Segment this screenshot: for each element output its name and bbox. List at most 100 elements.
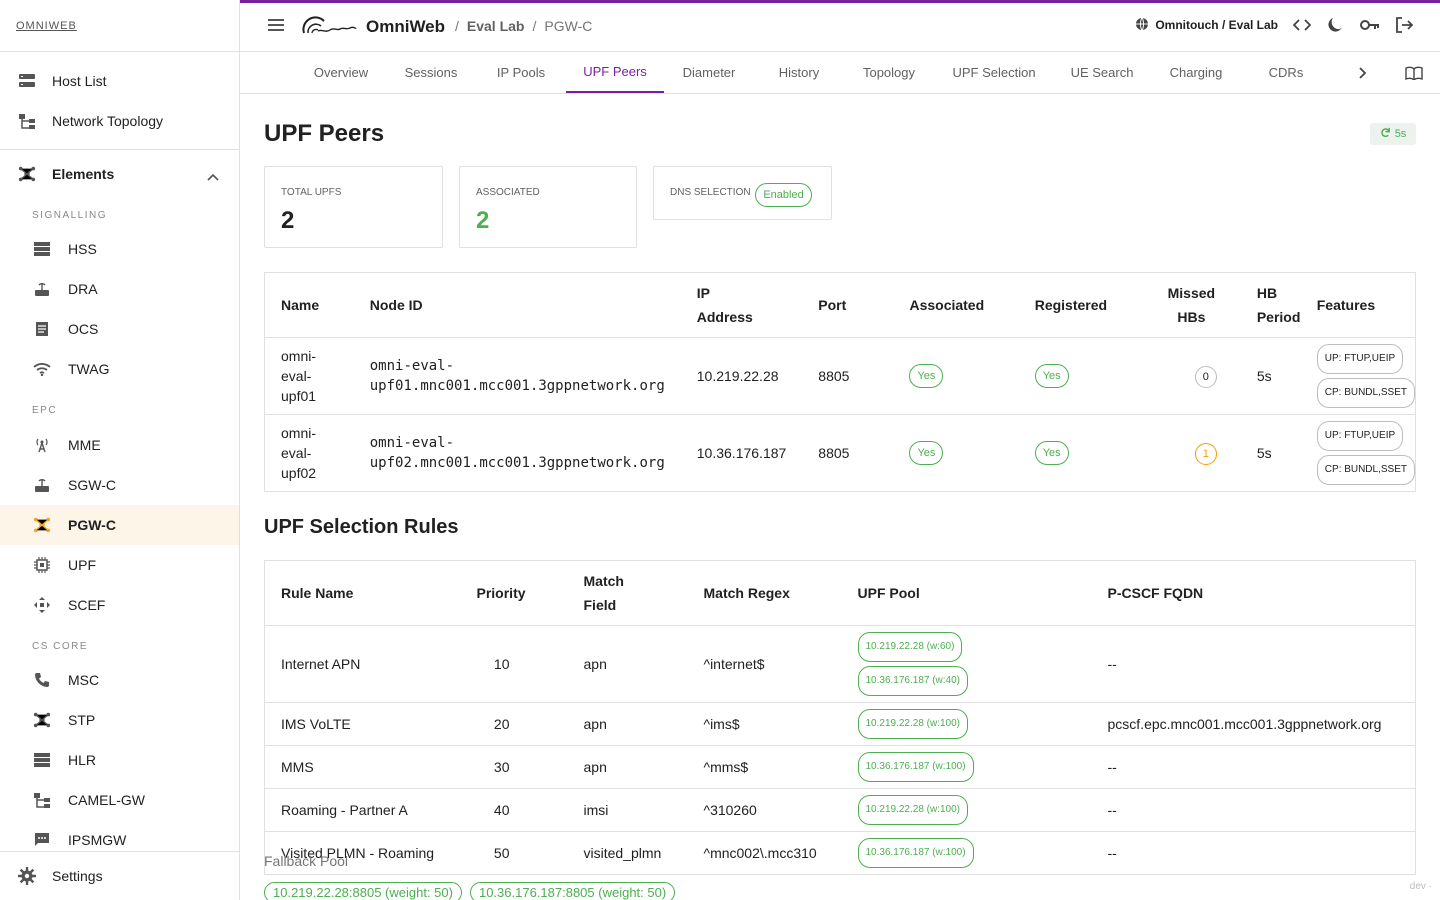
stat-value: 2	[476, 207, 490, 234]
table-row[interactable]: Roaming - Partner A 40 imsi ^310260 10.2…	[264, 788, 1416, 832]
sidebar-group-elements[interactable]: Elements	[0, 154, 239, 194]
column-header-upf-pool[interactable]: UPF Pool	[841, 560, 1092, 626]
peer-associated: Yes	[893, 337, 1019, 415]
logout-icon[interactable]	[1394, 15, 1414, 35]
table-row[interactable]: MMS 30 apn ^mms$ 10.36.176.187 (w:100) -…	[264, 745, 1416, 789]
brand-link[interactable]: OMNIWEB	[16, 20, 77, 32]
fallback-pool-chip: 10.36.176.187:8805 (weight: 50)	[469, 882, 676, 900]
sidebar-item-pgwc[interactable]: PGW-C	[0, 505, 239, 545]
column-header-priority[interactable]: Priority	[460, 560, 568, 626]
tab-history[interactable]: History	[766, 52, 832, 93]
tab-sessions[interactable]: Sessions	[392, 52, 470, 93]
rule-priority: 30	[460, 745, 568, 789]
docs-book-icon[interactable]	[1402, 52, 1426, 93]
hub-icon	[33, 711, 51, 729]
sidebar-item-upf[interactable]: UPF	[0, 545, 239, 585]
column-header-port[interactable]: Port	[802, 272, 894, 338]
column-header-match-field[interactable]: Match Field	[567, 560, 688, 626]
count-badge: 0	[1194, 365, 1217, 388]
sidebar-item-label: DRA	[68, 281, 98, 297]
column-header-missed-hbs[interactable]: Missed HBs	[1141, 272, 1241, 338]
tab-ip-pools[interactable]: IP Pools	[484, 52, 558, 93]
sidebar-item-twag[interactable]: TWAG	[0, 349, 239, 389]
sidebar-item-label: MME	[68, 437, 101, 453]
sidebar-item-label: SCEF	[68, 597, 106, 613]
tab-diameter[interactable]: Diameter	[672, 52, 746, 93]
sidebar-item-sgwc[interactable]: SGW-C	[0, 465, 239, 505]
rule-upf-pool: 10.36.176.187 (w:100)	[841, 831, 1092, 875]
rule-priority: 10	[460, 625, 568, 703]
server-list-icon	[18, 72, 36, 90]
sidebar-item-hss[interactable]: HSS	[0, 229, 239, 269]
topology-icon	[18, 112, 36, 130]
peer-name: omni-eval-upf02	[264, 414, 354, 492]
sidebar-item-camel-gw[interactable]: CAMEL-GW	[0, 780, 239, 820]
fallback-pool-chip: 10.219.22.28:8805 (weight: 50)	[264, 882, 462, 900]
tab-charging[interactable]: Charging	[1162, 52, 1230, 93]
breadcrumb-eval-lab[interactable]: Eval Lab	[467, 18, 525, 34]
column-header-node-id[interactable]: Node ID	[353, 272, 681, 338]
tab-upf-selection[interactable]: UPF Selection	[944, 52, 1044, 93]
peer-registered: Yes	[1018, 414, 1142, 492]
sidebar-item-ocs[interactable]: OCS	[0, 309, 239, 349]
dark-mode-icon[interactable]	[1326, 15, 1346, 35]
sidebar-item-msc[interactable]: MSC	[0, 660, 239, 700]
column-header-rule-name[interactable]: Rule Name	[264, 560, 461, 626]
table-row[interactable]: Internet APN 10 apn ^internet$ 10.219.22…	[264, 625, 1416, 703]
column-header-name[interactable]: Name	[264, 272, 354, 338]
fallback-pool-chips: 10.219.22.28:8805 (weight: 50) 10.36.176…	[264, 882, 676, 900]
table-row[interactable]: Visited PLMN - Roaming 50 visited_plmn ^…	[264, 831, 1416, 875]
code-icon[interactable]	[1292, 15, 1312, 35]
tenant-selector[interactable]: Omnitouch / Eval Lab	[1135, 17, 1278, 34]
breadcrumb: / Eval Lab / PGW-C	[455, 18, 592, 34]
stat-card-associated: ASSOCIATED 2	[459, 166, 637, 248]
refresh-icon	[1380, 127, 1391, 141]
key-icon[interactable]	[1360, 15, 1380, 35]
tab-cdrs[interactable]: CDRs	[1256, 52, 1316, 93]
sidebar-item-network-topology[interactable]: Network Topology	[0, 101, 239, 141]
pool-chip: 10.36.176.187 (w:100)	[857, 838, 974, 868]
tab-ue-search[interactable]: UE Search	[1064, 52, 1140, 93]
tab-upf-peers[interactable]: UPF Peers	[566, 52, 664, 93]
chevron-up-icon[interactable]	[207, 168, 219, 186]
table-row[interactable]: IMS VoLTE 20 apn ^ims$ 10.219.22.28 (w:1…	[264, 702, 1416, 746]
peer-features: UP: FTUP,UEIP CP: BUNDL,SSET	[1316, 337, 1416, 415]
tenant-name: Omnitouch / Eval Lab	[1155, 18, 1278, 32]
fallback-pool-label: Fallback Pool	[264, 853, 349, 869]
sidebar-item-scef[interactable]: SCEF	[0, 585, 239, 625]
column-header-registered[interactable]: Registered	[1018, 272, 1142, 338]
omnitouch-logo	[300, 13, 358, 39]
sidebar-item-mme[interactable]: MME	[0, 425, 239, 465]
column-header-features[interactable]: Features	[1316, 272, 1416, 338]
breadcrumb-separator: /	[455, 18, 459, 34]
column-header-pcscf-fqdn[interactable]: P-CSCF FQDN	[1091, 560, 1416, 626]
app-name[interactable]: OmniWeb	[366, 17, 445, 37]
count-badge: 1	[1194, 442, 1217, 465]
sidebar-item-dra[interactable]: DRA	[0, 269, 239, 309]
column-header-hb-period[interactable]: HB Period	[1240, 272, 1317, 338]
table-row[interactable]: omni-eval-upf02 omni-eval-upf02.mnc001.m…	[264, 414, 1416, 492]
pool-chip: 10.36.176.187 (w:100)	[857, 752, 974, 782]
sidebar-item-hlr[interactable]: HLR	[0, 740, 239, 780]
status-badge: Yes	[1034, 364, 1069, 388]
column-header-associated[interactable]: Associated	[893, 272, 1019, 338]
peer-registered: Yes	[1018, 337, 1142, 415]
sidebar-item-settings[interactable]: Settings	[0, 856, 239, 896]
rule-match-field: visited_plmn	[567, 831, 688, 875]
section-label-signalling: SIGNALLING	[32, 210, 108, 221]
chevron-right-icon[interactable]	[1350, 52, 1376, 93]
sidebar-item-host-list[interactable]: Host List	[0, 61, 239, 101]
column-header-match-regex[interactable]: Match Regex	[687, 560, 842, 626]
page-title: UPF Peers	[264, 120, 385, 147]
peer-hb-period: 5s	[1240, 414, 1317, 492]
pool-chip: 10.219.22.28 (w:100)	[857, 795, 969, 825]
tab-overview[interactable]: Overview	[300, 52, 382, 93]
sidebar-item-label: Network Topology	[52, 113, 164, 129]
hub-icon	[33, 516, 51, 534]
tab-topology[interactable]: Topology	[852, 52, 926, 93]
column-header-ip-address[interactable]: IP Address	[680, 272, 803, 338]
table-row[interactable]: omni-eval-upf01 omni-eval-upf01.mnc001.m…	[264, 337, 1416, 415]
auto-refresh-chip[interactable]: 5s	[1370, 123, 1416, 145]
sidebar-item-stp[interactable]: STP	[0, 700, 239, 740]
menu-icon[interactable]	[266, 17, 288, 37]
